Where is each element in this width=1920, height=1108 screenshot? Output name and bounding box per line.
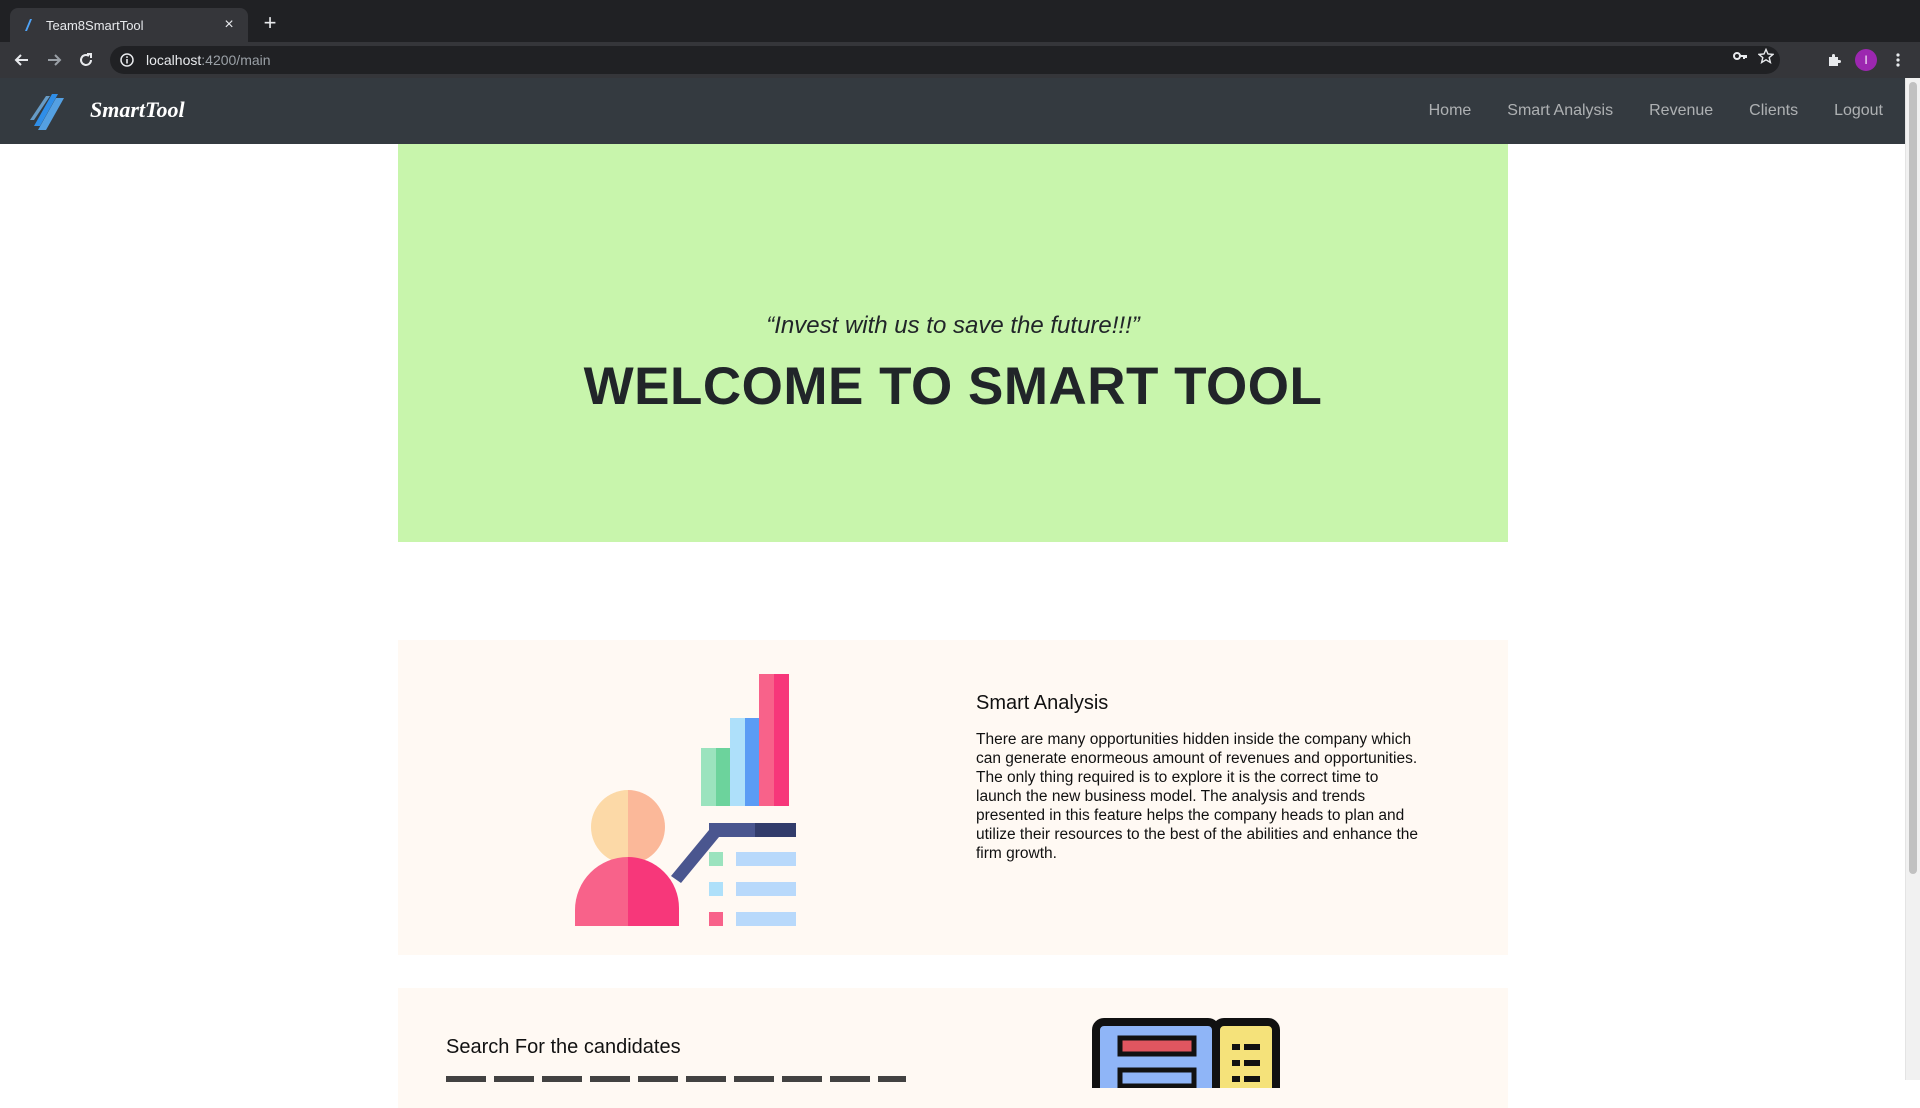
smarttool-logo-icon <box>30 94 64 130</box>
reload-icon <box>80 53 92 66</box>
analytics-presenter-illustration <box>575 674 796 926</box>
back-button[interactable] <box>10 48 34 72</box>
forward-button[interactable] <box>42 48 66 72</box>
back-arrow-icon <box>14 54 28 66</box>
feature-text-line: presented in this feature helps the comp… <box>976 807 1405 824</box>
kebab-menu-icon <box>1896 53 1900 67</box>
brand-link[interactable]: SmartTool <box>28 90 185 130</box>
url-path: :4200/main <box>201 52 271 68</box>
bookmark-star-icon[interactable] <box>1757 47 1775 69</box>
browser-menu-button[interactable] <box>1886 48 1910 72</box>
key-icon[interactable] <box>1732 48 1748 69</box>
nav-link-home[interactable]: Home <box>1429 102 1472 120</box>
candidate-card-illustration <box>1092 1018 1280 1088</box>
feature-heading: Smart Analysis <box>976 692 1109 714</box>
site-info-icon[interactable] <box>118 51 136 69</box>
feature-text-line: The only thing required is to explore it… <box>976 769 1379 786</box>
feature-description-clipped <box>446 1076 906 1082</box>
tab-title: Team8SmartTool <box>46 17 144 33</box>
feature-card-search-candidates: Search For the candidates <box>398 988 1508 1108</box>
hero-title: WELCOME TO SMART TOOL <box>583 357 1323 416</box>
puzzle-icon <box>1829 54 1841 66</box>
feature-text-line: firm growth. <box>976 845 1057 862</box>
avatar: I <box>1855 49 1877 71</box>
hero-banner: “Invest with us to save the future!!!” W… <box>398 144 1508 542</box>
profile-button[interactable]: I <box>1854 48 1878 72</box>
address-bar[interactable]: localhost:4200/main <box>110 46 1780 74</box>
nav-link-logout[interactable]: Logout <box>1834 102 1883 120</box>
tab-close-icon[interactable]: × <box>220 17 238 33</box>
extensions-button[interactable] <box>1822 48 1846 72</box>
browser-toolbar: localhost:4200/main I <box>0 42 1920 78</box>
nav-link-clients[interactable]: Clients <box>1749 102 1798 120</box>
feature-card-smart-analysis: Smart Analysis There are many opportunit… <box>398 640 1508 955</box>
feature-description: There are many opportunities hidden insi… <box>976 730 1476 863</box>
feature-text-line: utilize their resources to the best of t… <box>976 826 1419 843</box>
brand-name: SmartTool <box>90 97 185 122</box>
smarttool-favicon-icon <box>20 17 36 33</box>
feature-text-line: can generate enormeous amount of revenue… <box>976 750 1418 767</box>
page-scrollbar[interactable] <box>1905 78 1920 1080</box>
new-tab-button[interactable]: + <box>258 12 282 36</box>
browser-tabstrip: Team8SmartTool × + <box>0 0 1920 42</box>
feature-text-line: launch the new business model. The analy… <box>976 788 1366 805</box>
nav-link-smart-analysis[interactable]: Smart Analysis <box>1507 102 1613 120</box>
feature-text-line: There are many opportunities hidden insi… <box>976 731 1412 748</box>
browser-tab[interactable]: Team8SmartTool × <box>10 8 248 42</box>
hero-quote: “Invest with us to save the future!!!” <box>766 312 1140 339</box>
app-navbar: SmartTool Home Smart Analysis Revenue Cl… <box>0 78 1905 144</box>
url-host: localhost <box>146 52 202 68</box>
nav-links: Home Smart Analysis Revenue Clients Logo… <box>1393 78 1883 144</box>
nav-link-revenue[interactable]: Revenue <box>1649 102 1713 120</box>
feature-heading: Search For the candidates <box>446 1036 681 1058</box>
forward-arrow-icon <box>48 54 62 66</box>
scrollbar-thumb[interactable] <box>1909 82 1917 874</box>
reload-button[interactable] <box>74 48 98 72</box>
